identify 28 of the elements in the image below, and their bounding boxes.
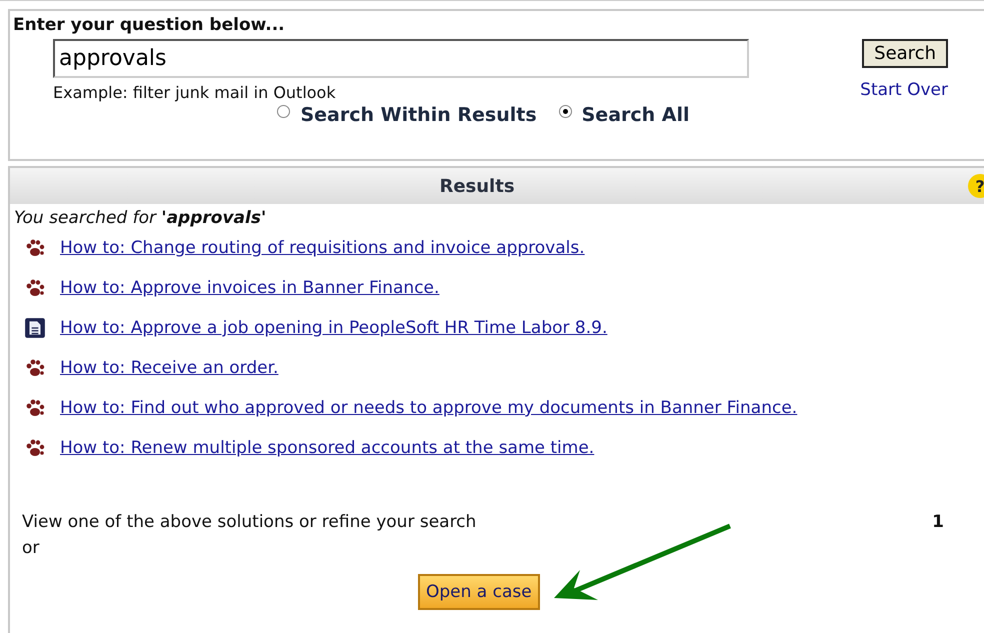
paw-icon xyxy=(24,358,46,378)
radio-button[interactable] xyxy=(558,104,572,118)
example-hint: Example: filter junk mail in Outlook xyxy=(53,83,337,102)
search-field[interactable]: approvals xyxy=(53,39,749,78)
help-icon[interactable]: ? xyxy=(968,174,984,198)
instruction-text: View one of the above solutions or refine your search xyxy=(22,512,476,532)
radio-label[interactable]: Search All xyxy=(582,104,690,126)
page-number: 1 xyxy=(932,512,944,534)
paw-icon xyxy=(24,438,46,458)
or-text: or xyxy=(22,538,40,558)
results-title: Results xyxy=(439,176,515,196)
search-summary: You searched for 'approvals' xyxy=(14,208,268,228)
paw-icon xyxy=(24,278,46,298)
document-icon xyxy=(24,317,46,339)
search-button[interactable]: Search xyxy=(862,39,948,68)
open-case-button[interactable]: Open a case xyxy=(418,574,540,610)
result-link[interactable]: How to: Renew multiple sponsored accounts at the same time. xyxy=(60,438,594,458)
start-over-link[interactable]: Start Over xyxy=(860,80,948,100)
result-link[interactable]: How to: Receive an order. xyxy=(60,358,278,378)
radio-button[interactable] xyxy=(277,104,290,118)
result-link[interactable]: How to: Change routing of requisitions and invoice approvals. xyxy=(60,238,585,258)
result-link[interactable]: How to: Find out who approved or needs to approve my documents in Banner Finance. xyxy=(60,398,798,418)
radio-label[interactable]: Search Within Results xyxy=(300,104,537,126)
paw-icon xyxy=(24,238,46,258)
section-heading: Enter your question below... xyxy=(13,15,286,35)
result-link[interactable]: How to: Approve a job opening in PeopleSoft HR Time Labor 8.9. xyxy=(60,318,608,338)
result-link[interactable]: How to: Approve invoices in Banner Finance. xyxy=(60,278,440,298)
paw-icon xyxy=(24,398,46,418)
